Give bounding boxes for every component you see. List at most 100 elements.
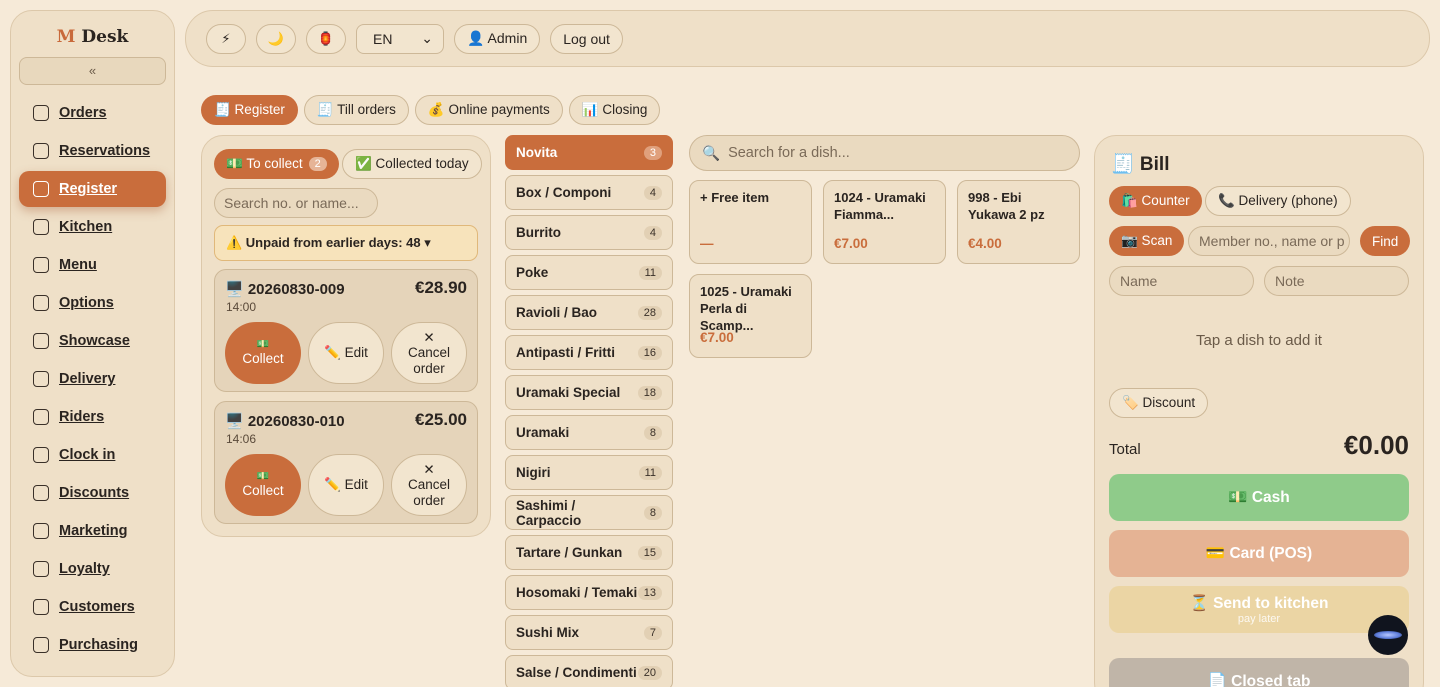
- sidebar-item-discounts[interactable]: Discounts: [19, 475, 166, 511]
- sidebar-item-showcase[interactable]: Showcase: [19, 323, 166, 359]
- language-select[interactable]: EN ⌄: [356, 23, 444, 54]
- users-icon: [33, 599, 49, 615]
- order-amount: €28.90: [415, 278, 467, 297]
- category-item[interactable]: Ravioli / Bao 28: [505, 295, 673, 330]
- category-item[interactable]: Burrito 4: [505, 215, 673, 250]
- category-item[interactable]: Salse / Condimenti 20: [505, 655, 673, 687]
- sidebar-item-register[interactable]: Register: [19, 171, 166, 207]
- category-name: Sushi Mix: [516, 625, 580, 640]
- category-item[interactable]: Sushi Mix 7: [505, 615, 673, 650]
- sidebar-item-riders[interactable]: Riders: [19, 399, 166, 435]
- sidebar-item-purchasing[interactable]: Purchasing: [19, 627, 166, 663]
- unpaid-earlier-toggle[interactable]: ⚠️ Unpaid from earlier days: 48 ▾: [214, 225, 478, 261]
- order-card[interactable]: 🖥️ 20260830-010 €25.00 14:06 💵 Collect ✏…: [214, 401, 478, 524]
- cancel-order-button[interactable]: ✕ Cancel order: [391, 322, 467, 384]
- sidebar-item-reservations[interactable]: Reservations: [19, 133, 166, 169]
- collected-today-tab[interactable]: ✅ Collected today: [342, 149, 482, 179]
- category-count: 3: [643, 145, 662, 160]
- sidebar-item-options[interactable]: Options: [19, 285, 166, 321]
- collect-button[interactable]: 💵 Collect: [225, 322, 301, 384]
- tab-online-payments[interactable]: 💰 Online payments: [414, 95, 563, 125]
- category-count: 11: [638, 465, 662, 480]
- closed-tab-button[interactable]: 📄 Closed tab: [1109, 658, 1409, 687]
- category-item[interactable]: Box / Componi 4: [505, 175, 673, 210]
- category-count: 28: [637, 305, 662, 320]
- category-item[interactable]: Tartare / Gunkan 15: [505, 535, 673, 570]
- app-logo[interactable]: M Desk: [11, 27, 174, 47]
- category-item[interactable]: Poke 11: [505, 255, 673, 290]
- category-item[interactable]: Hosomaki / Temaki 13: [505, 575, 673, 610]
- name-input[interactable]: Name: [1109, 266, 1254, 296]
- dish-name: 1025 - Uramaki Perla di Scamp...: [700, 284, 792, 333]
- dish-card[interactable]: 1025 - Uramaki Perla di Scamp... €7.00: [689, 274, 812, 358]
- counter-button[interactable]: 🛍️ Counter: [1109, 186, 1202, 216]
- tab-till-orders[interactable]: 🧾 Till orders: [303, 95, 409, 125]
- collect-label: Collect: [242, 350, 284, 366]
- dish-card[interactable]: + Free item —: [689, 180, 812, 264]
- scan-button[interactable]: 📷 Scan: [1109, 226, 1185, 256]
- to-collect-tab[interactable]: 💵 To collect 2: [214, 149, 339, 179]
- logo-text: Desk: [81, 27, 129, 47]
- sidebar-item-customers[interactable]: Customers: [19, 589, 166, 625]
- send-to-kitchen-button[interactable]: ⏳ Send to kitchen pay later: [1109, 586, 1409, 633]
- lantern-icon[interactable]: 🏮: [306, 23, 346, 54]
- category-list: Novita 3 Box / Componi 4 Burrito 4 Poke 11 R…: [505, 135, 673, 687]
- bill-panel: 🧾 Bill 🛍️ Counter 📞 Delivery (phone) 📷 S…: [1094, 135, 1424, 687]
- admin-button[interactable]: 👤 Admin: [454, 23, 541, 54]
- sidebar-item-clock-in[interactable]: Clock in: [19, 437, 166, 473]
- wave-icon: [1374, 631, 1402, 639]
- dish-card[interactable]: 998 - Ebi Yukawa 2 pz €4.00: [957, 180, 1080, 264]
- bill-title: 🧾 Bill: [1111, 154, 1170, 175]
- collect-button[interactable]: 💵 Collect: [225, 454, 301, 516]
- sidebar-item-label: Purchasing: [59, 637, 138, 653]
- list-check-icon: [33, 295, 49, 311]
- sidebar-item-marketing[interactable]: Marketing: [19, 513, 166, 549]
- logout-button[interactable]: Log out: [550, 23, 623, 54]
- total-label: Total: [1109, 441, 1141, 458]
- dish-price: €7.00: [700, 330, 734, 345]
- to-collect-label: 💵 To collect: [226, 156, 303, 171]
- sidebar-item-loyalty[interactable]: Loyalty: [19, 551, 166, 587]
- category-count: 16: [637, 345, 662, 360]
- category-item[interactable]: Novita 3: [505, 135, 673, 170]
- category-item[interactable]: Nigiri 11: [505, 455, 673, 490]
- order-card[interactable]: 🖥️ 20260830-009 €28.90 14:00 💵 Collect ✏…: [214, 269, 478, 392]
- assistant-button[interactable]: [1368, 615, 1408, 655]
- sidebar-item-label: Loyalty: [59, 561, 110, 577]
- category-name: Novita: [516, 145, 558, 160]
- edit-button[interactable]: ✏️ Edit: [308, 322, 384, 384]
- collapse-sidebar-button[interactable]: «: [19, 57, 166, 85]
- total-value: €0.00: [1343, 430, 1409, 460]
- tab-closing[interactable]: 📊 Closing: [568, 95, 661, 125]
- cancel-order-button[interactable]: ✕ Cancel order: [391, 454, 467, 516]
- order-search-input[interactable]: Search no. or name...: [214, 188, 378, 218]
- card-pos-button[interactable]: 💳 Card (POS): [1109, 530, 1409, 577]
- tab-register[interactable]: 🧾 Register: [201, 95, 298, 125]
- orders-panel: 💵 To collect 2 ✅ Collected today Search …: [201, 135, 491, 537]
- cash-button[interactable]: 💵 Cash: [1109, 474, 1409, 521]
- sidebar-item-orders[interactable]: Orders: [19, 95, 166, 131]
- category-item[interactable]: Antipasti / Fritti 16: [505, 335, 673, 370]
- send-to-kitchen-label: ⏳ Send to kitchen: [1189, 595, 1329, 612]
- note-input[interactable]: Note: [1264, 266, 1409, 296]
- category-item[interactable]: Sashimi / Carpaccio 8: [505, 495, 673, 530]
- sidebar-item-kitchen[interactable]: Kitchen: [19, 209, 166, 245]
- category-item[interactable]: Uramaki Special 18: [505, 375, 673, 410]
- moon-icon[interactable]: 🌙: [256, 23, 296, 54]
- edit-button[interactable]: ✏️ Edit: [308, 454, 384, 516]
- delivery-phone-button[interactable]: 📞 Delivery (phone): [1205, 186, 1351, 216]
- sidebar-item-menu[interactable]: Menu: [19, 247, 166, 283]
- member-search-input[interactable]: Member no., name or p: [1188, 226, 1350, 256]
- dish-search-input[interactable]: 🔍 Search for a dish...: [689, 135, 1080, 171]
- dish-card[interactable]: 1024 - Uramaki Fiamma... €7.00: [823, 180, 946, 264]
- sidebar-item-delivery[interactable]: Delivery: [19, 361, 166, 397]
- find-button[interactable]: Find: [1360, 226, 1411, 256]
- discount-button[interactable]: 🏷️ Discount: [1109, 388, 1209, 418]
- crown-icon: [33, 561, 49, 577]
- book-icon: [33, 257, 49, 273]
- category-item[interactable]: Uramaki 8: [505, 415, 673, 450]
- category-name: Poke: [516, 265, 549, 280]
- sidebar-item-label: Marketing: [59, 523, 128, 539]
- category-count: 13: [637, 585, 662, 600]
- lightning-icon[interactable]: ⚡: [206, 23, 246, 54]
